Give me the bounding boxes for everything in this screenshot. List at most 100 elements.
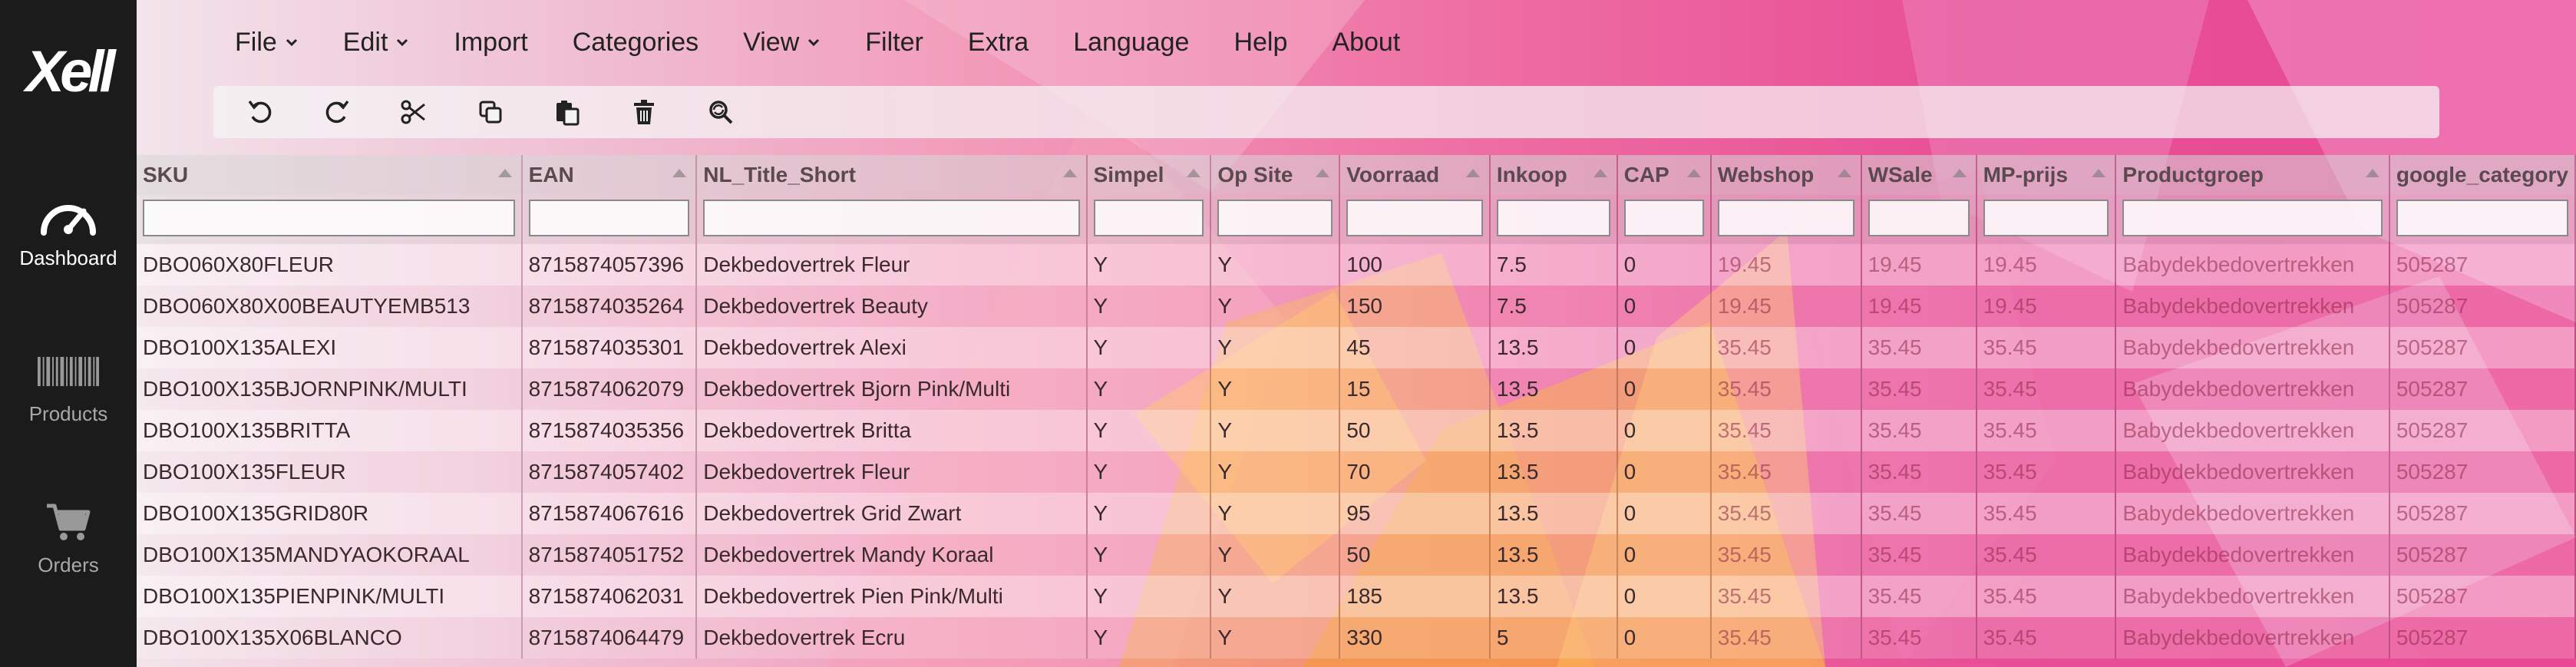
column-header[interactable]: Voorraad [1339, 155, 1491, 195]
table-cell[interactable]: Y [1210, 451, 1341, 493]
table-cell[interactable]: 0 [1617, 534, 1712, 576]
table-cell[interactable]: 70 [1339, 451, 1491, 493]
table-cell[interactable]: Dekbedovertrek Fleur [696, 451, 1088, 493]
table-cell[interactable]: 35.45 [1976, 617, 2117, 659]
table-cell[interactable]: 35.45 [1861, 576, 1977, 617]
column-filter-input[interactable] [1346, 200, 1483, 236]
table-cell[interactable]: DBO100X135PIENPINK/MULTI [137, 576, 523, 617]
table-cell[interactable]: 505287 [2389, 576, 2576, 617]
table-cell[interactable]: Y [1086, 410, 1212, 451]
menu-filter[interactable]: Filter [865, 28, 923, 58]
sort-arrow-icon[interactable] [1686, 169, 1701, 177]
table-cell[interactable]: 8715874051752 [521, 534, 698, 576]
table-cell[interactable]: Y [1210, 493, 1341, 534]
table-cell[interactable]: 7.5 [1489, 286, 1618, 327]
table-cell[interactable]: DBO100X135ALEXI [137, 327, 523, 368]
table-cell[interactable]: Dekbedovertrek Mandy Koraal [696, 534, 1088, 576]
table-cell[interactable]: 13.5 [1489, 534, 1618, 576]
sort-arrow-icon[interactable] [672, 169, 687, 177]
table-cell[interactable]: Y [1210, 617, 1341, 659]
copy-button[interactable] [473, 94, 508, 130]
table-cell[interactable]: 505287 [2389, 286, 2576, 327]
column-header[interactable]: WSale [1861, 155, 1977, 195]
table-cell[interactable]: Babydekbedovertrekken [2115, 451, 2390, 493]
column-header[interactable]: SKU [137, 155, 523, 195]
menu-language[interactable]: Language [1073, 28, 1189, 58]
table-cell[interactable]: DBO100X135BJORNPINK/MULTI [137, 368, 523, 410]
table-cell[interactable]: 5 [1489, 617, 1618, 659]
table-cell[interactable]: 50 [1339, 534, 1491, 576]
table-cell[interactable]: 35.45 [1976, 327, 2117, 368]
table-cell[interactable]: Y [1210, 368, 1341, 410]
table-cell[interactable]: Babydekbedovertrekken [2115, 617, 2390, 659]
table-cell[interactable]: Babydekbedovertrekken [2115, 327, 2390, 368]
table-cell[interactable]: 35.45 [1976, 451, 2117, 493]
table-row[interactable]: DBO100X135X06BLANCO 8715874064479 Dekbedov… [137, 617, 2576, 659]
table-cell[interactable]: 15 [1339, 368, 1491, 410]
table-cell[interactable]: 35.45 [1861, 368, 1977, 410]
table-cell[interactable]: 505287 [2389, 244, 2576, 286]
table-cell[interactable]: 35.45 [1861, 327, 1977, 368]
table-cell[interactable]: DBO060X80FLEUR [137, 244, 523, 286]
table-cell[interactable]: 13.5 [1489, 410, 1618, 451]
table-cell[interactable]: 35.45 [1710, 410, 1862, 451]
find-replace-button[interactable] [703, 94, 738, 130]
table-cell[interactable]: Dekbedovertrek Bjorn Pink/Multi [696, 368, 1088, 410]
menu-edit[interactable]: Edit [343, 28, 410, 58]
table-cell[interactable]: 50 [1339, 410, 1491, 451]
table-cell[interactable]: Dekbedovertrek Fleur [696, 244, 1088, 286]
column-filter-input[interactable] [1717, 200, 1854, 236]
table-cell[interactable]: Babydekbedovertrekken [2115, 534, 2390, 576]
table-cell[interactable]: Y [1086, 576, 1212, 617]
column-header[interactable]: CAP [1617, 155, 1712, 195]
table-cell[interactable]: Babydekbedovertrekken [2115, 410, 2390, 451]
table-cell[interactable]: 19.45 [1710, 286, 1862, 327]
table-cell[interactable]: Y [1086, 451, 1212, 493]
column-header[interactable]: Inkoop [1489, 155, 1618, 195]
table-cell[interactable]: 19.45 [1710, 244, 1862, 286]
table-cell[interactable]: Dekbedovertrek Beauty [696, 286, 1088, 327]
column-filter-input[interactable] [2122, 200, 2383, 236]
table-cell[interactable]: Y [1086, 286, 1212, 327]
column-header[interactable]: Simpel [1086, 155, 1212, 195]
sidebar-item-dashboard[interactable]: Dashboard [0, 182, 137, 282]
menu-categories[interactable]: Categories [573, 28, 698, 58]
table-cell[interactable]: 100 [1339, 244, 1491, 286]
table-cell[interactable]: 0 [1617, 286, 1712, 327]
table-cell[interactable]: 35.45 [1861, 493, 1977, 534]
table-cell[interactable]: 35.45 [1710, 368, 1862, 410]
table-cell[interactable]: DBO100X135BRITTA [137, 410, 523, 451]
table-row[interactable]: DBO100X135BJORNPINK/MULTI 8715874062079 De… [137, 368, 2576, 410]
sidebar-item-products[interactable]: Products [0, 338, 137, 438]
table-cell[interactable]: 8715874067616 [521, 493, 698, 534]
table-row[interactable]: DBO100X135ALEXI 8715874035301 Dekbedovertr… [137, 327, 2576, 368]
menu-about[interactable]: About [1332, 28, 1400, 58]
table-cell[interactable]: DBO100X135GRID80R [137, 493, 523, 534]
sort-arrow-icon[interactable] [1465, 169, 1480, 177]
table-cell[interactable]: 8715874064479 [521, 617, 698, 659]
table-cell[interactable]: 0 [1617, 368, 1712, 410]
table-cell[interactable]: Y [1210, 534, 1341, 576]
column-filter-input[interactable] [1868, 200, 1970, 236]
column-header[interactable]: NL_Title_Short [696, 155, 1088, 195]
table-cell[interactable]: 0 [1617, 576, 1712, 617]
table-cell[interactable]: 13.5 [1489, 451, 1618, 493]
table-cell[interactable]: Y [1086, 327, 1212, 368]
menu-import[interactable]: Import [454, 28, 527, 58]
table-cell[interactable]: 505287 [2389, 327, 2576, 368]
table-cell[interactable]: Y [1086, 244, 1212, 286]
column-filter-input[interactable] [1623, 200, 1704, 236]
table-cell[interactable]: DBO100X135MANDYAOKORAAL [137, 534, 523, 576]
table-cell[interactable]: 19.45 [1976, 286, 2117, 327]
menu-help[interactable]: Help [1234, 28, 1287, 58]
table-cell[interactable]: 13.5 [1489, 368, 1618, 410]
column-filter-input[interactable] [528, 200, 690, 236]
table-cell[interactable]: Babydekbedovertrekken [2115, 493, 2390, 534]
table-cell[interactable]: Y [1086, 617, 1212, 659]
table-cell[interactable]: 0 [1617, 410, 1712, 451]
table-cell[interactable]: 35.45 [1976, 410, 2117, 451]
table-cell[interactable]: 0 [1617, 327, 1712, 368]
sort-arrow-icon[interactable] [2092, 169, 2106, 177]
table-cell[interactable]: 8715874062031 [521, 576, 698, 617]
table-cell[interactable]: Y [1086, 368, 1212, 410]
